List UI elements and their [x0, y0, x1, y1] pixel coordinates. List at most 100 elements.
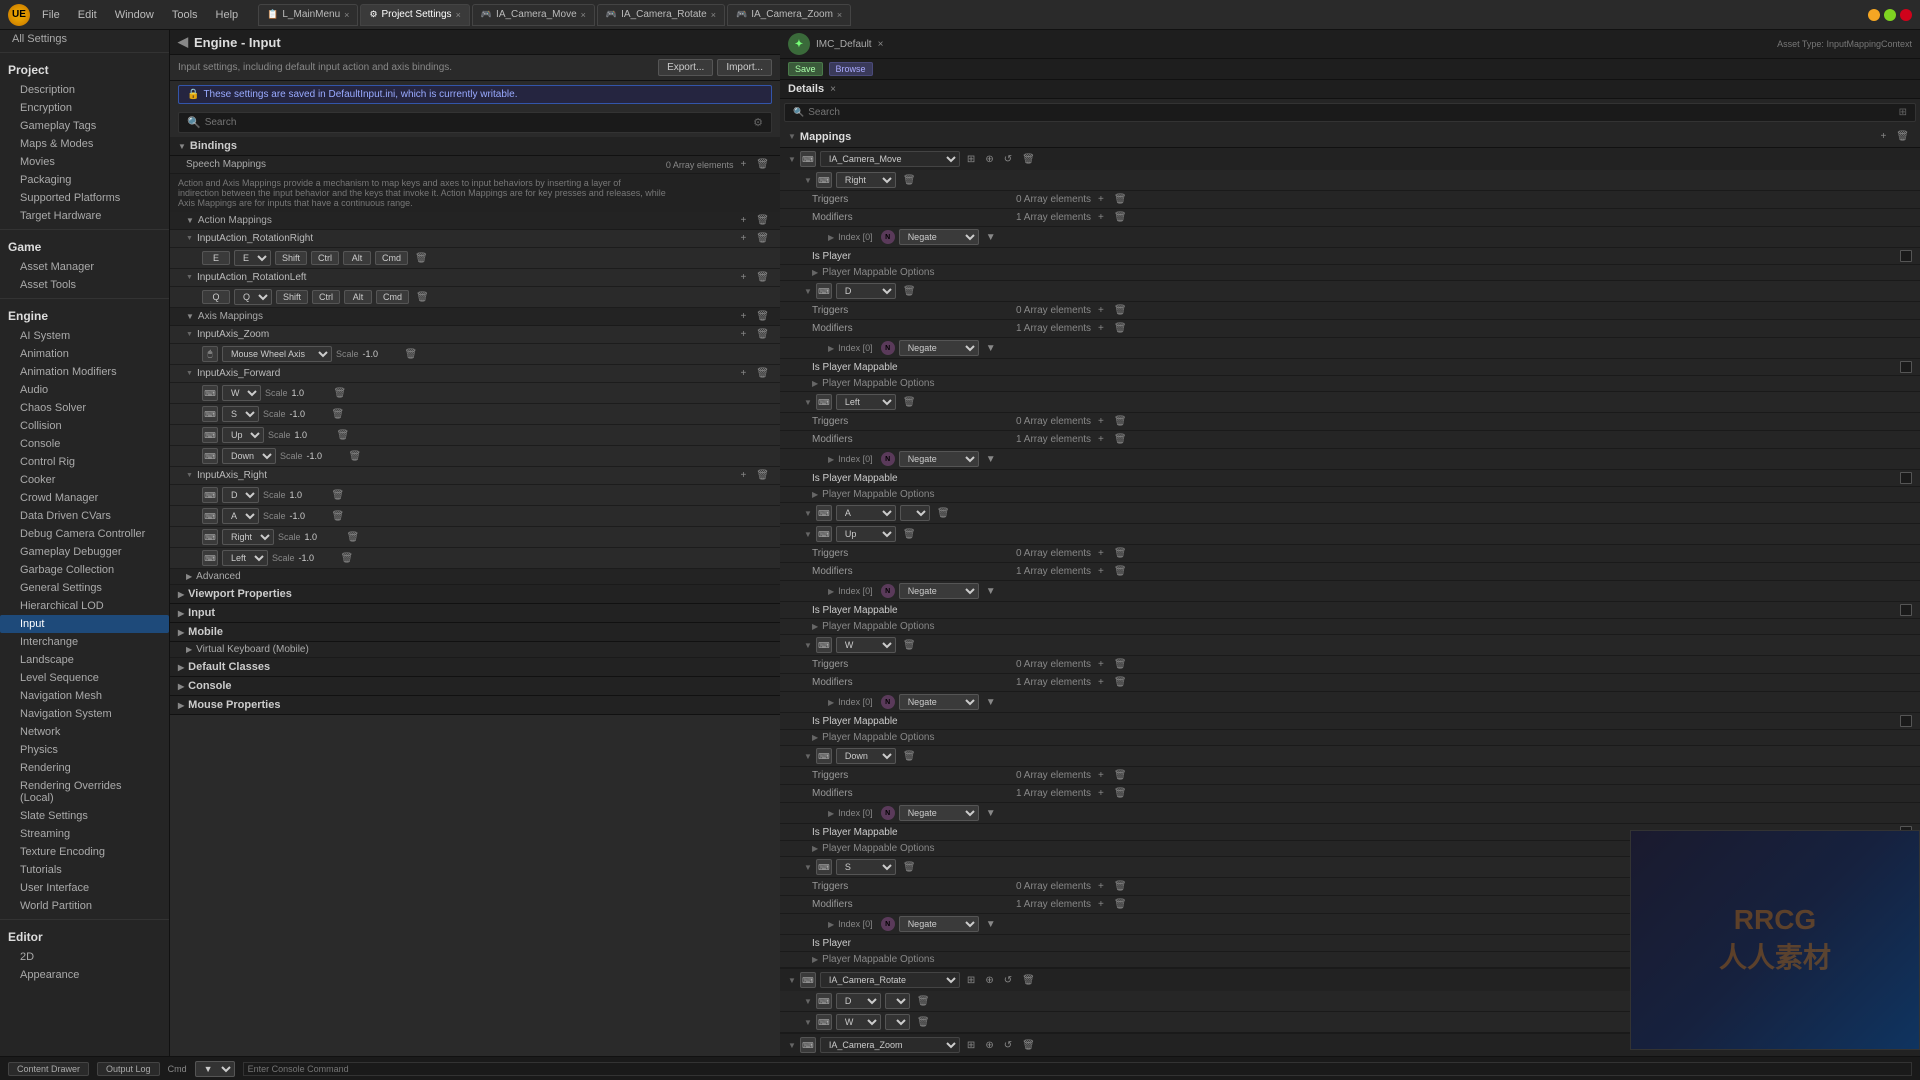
key-q-dropdown[interactable]: Q: [234, 289, 272, 305]
forward-add[interactable]: +: [737, 367, 749, 380]
cz-icon2[interactable]: ⊕: [982, 1039, 996, 1052]
a-entry-del[interactable]: 🗑: [934, 507, 953, 520]
negate-extra-3[interactable]: ▼: [983, 453, 999, 466]
triggers-del-6[interactable]: 🗑: [1111, 769, 1130, 782]
triggers-add-5[interactable]: +: [1095, 658, 1107, 671]
modifiers-add-7[interactable]: +: [1095, 898, 1107, 911]
sidebar-item-navigation-mesh[interactable]: Navigation Mesh: [0, 687, 169, 705]
rotate-w-sel[interactable]: W: [836, 1014, 881, 1030]
rotate-d-del[interactable]: 🗑: [914, 995, 933, 1008]
up-key-sel[interactable]: Up: [836, 526, 896, 542]
output-log-button[interactable]: Output Log: [97, 1062, 160, 1076]
cmd-dropdown[interactable]: ▼: [195, 1061, 235, 1077]
negate-sel-1[interactable]: Negate: [899, 229, 979, 245]
camera-zoom-expand[interactable]: ▼: [788, 1041, 796, 1050]
rotation-right-del[interactable]: 🗑: [753, 232, 772, 245]
modifiers-del-5[interactable]: 🗑: [1111, 676, 1130, 689]
player-mappable-row-2[interactable]: ▶ Player Mappable Options: [780, 376, 1920, 392]
sidebar-all-settings[interactable]: All Settings: [0, 30, 169, 48]
modifiers-del-1[interactable]: 🗑: [1111, 211, 1130, 224]
content-drawer-button[interactable]: Content Drawer: [8, 1062, 89, 1076]
a-del[interactable]: 🗑: [329, 510, 348, 523]
a-dropdown[interactable]: A: [222, 508, 259, 524]
mouse-properties-header[interactable]: ▶ Mouse Properties: [170, 696, 780, 715]
details-search-input[interactable]: [808, 107, 1894, 118]
advanced-section[interactable]: ▶ Advanced: [170, 569, 780, 585]
ctrl-btn-q[interactable]: Ctrl: [312, 290, 340, 304]
back-arrow-icon[interactable]: ◀: [178, 34, 188, 50]
imc-browse-button[interactable]: Browse: [829, 62, 873, 76]
sidebar-item-world-partition[interactable]: World Partition: [0, 897, 169, 915]
s-dropdown[interactable]: S: [222, 406, 259, 422]
sidebar-item-rendering-overrides[interactable]: Rendering Overrides (Local): [0, 777, 169, 807]
modifiers-del-3[interactable]: 🗑: [1111, 433, 1130, 446]
zoom-add[interactable]: +: [737, 328, 749, 341]
alt-btn-q[interactable]: Alt: [344, 290, 372, 304]
left-entry-arrow[interactable]: ▼: [804, 398, 812, 407]
modifiers-add-2[interactable]: +: [1095, 322, 1107, 335]
menu-edit[interactable]: Edit: [70, 7, 105, 23]
action-q-del[interactable]: 🗑: [413, 291, 432, 304]
sidebar-item-slate-settings[interactable]: Slate Settings: [0, 807, 169, 825]
right-add[interactable]: +: [737, 469, 749, 482]
negate-extra-7[interactable]: ▼: [983, 918, 999, 931]
modifiers-add-1[interactable]: +: [1095, 211, 1107, 224]
sidebar-item-animation[interactable]: Animation: [0, 345, 169, 363]
imc-close[interactable]: ×: [878, 39, 884, 50]
negate-extra-6[interactable]: ▼: [983, 807, 999, 820]
negate-sel-4[interactable]: Negate: [899, 583, 979, 599]
sidebar-item-packaging[interactable]: Packaging: [0, 171, 169, 189]
negate-sel-6[interactable]: Negate: [899, 805, 979, 821]
sidebar-item-tutorials[interactable]: Tutorials: [0, 861, 169, 879]
console-input[interactable]: [243, 1062, 1912, 1076]
negate-sel-7[interactable]: Negate: [899, 916, 979, 932]
bindings-section-header[interactable]: ▼ Bindings: [170, 137, 780, 156]
cmd-btn-q[interactable]: Cmd: [376, 290, 409, 304]
default-classes-header[interactable]: ▶ Default Classes: [170, 658, 780, 677]
down-entry-del[interactable]: 🗑: [900, 750, 919, 763]
sidebar-item-target-hardware[interactable]: Target Hardware: [0, 207, 169, 225]
sidebar-item-streaming[interactable]: Streaming: [0, 825, 169, 843]
alt-btn[interactable]: Alt: [343, 251, 371, 265]
shift-btn[interactable]: Shift: [275, 251, 307, 265]
right-del[interactable]: 🗑: [753, 469, 772, 482]
w-entry-arrow[interactable]: ▼: [804, 641, 812, 650]
axis-del-btn[interactable]: 🗑: [753, 310, 772, 323]
negate-sel-5[interactable]: Negate: [899, 694, 979, 710]
negate-sel-2[interactable]: Negate: [899, 340, 979, 356]
sidebar-item-asset-manager[interactable]: Asset Manager: [0, 258, 169, 276]
rotate-d-sel[interactable]: D: [836, 993, 881, 1009]
minimize-button[interactable]: [1868, 9, 1880, 21]
mappings-expand[interactable]: ▼: [788, 132, 796, 141]
sidebar-item-audio[interactable]: Audio: [0, 381, 169, 399]
sidebar-item-data-driven-cvars[interactable]: Data Driven CVars: [0, 507, 169, 525]
ctrl-btn[interactable]: Ctrl: [311, 251, 339, 265]
sidebar-item-supported-platforms[interactable]: Supported Platforms: [0, 189, 169, 207]
d-entry-arrow[interactable]: ▼: [804, 287, 812, 296]
triggers-del-4[interactable]: 🗑: [1111, 547, 1130, 560]
sidebar-item-hierarchical-lod[interactable]: Hierarchical LOD: [0, 597, 169, 615]
player-mappable-row-3[interactable]: ▶ Player Mappable Options: [780, 487, 1920, 503]
negate-extra-2[interactable]: ▼: [983, 342, 999, 355]
close-button[interactable]: [1900, 9, 1912, 21]
sidebar-item-level-sequence[interactable]: Level Sequence: [0, 669, 169, 687]
down-key-sel[interactable]: Down: [836, 748, 896, 764]
s-del[interactable]: 🗑: [329, 408, 348, 421]
negate-expand-6[interactable]: ▶: [828, 809, 834, 818]
triggers-del-1[interactable]: 🗑: [1111, 193, 1130, 206]
sidebar-item-interchange[interactable]: Interchange: [0, 633, 169, 651]
a-entry-arrow[interactable]: ▼: [804, 509, 812, 518]
import-button[interactable]: Import...: [717, 59, 772, 76]
sidebar-item-chaos-solver[interactable]: Chaos Solver: [0, 399, 169, 417]
sidebar-item-collision[interactable]: Collision: [0, 417, 169, 435]
tab-close-mainmenu[interactable]: ×: [344, 10, 349, 20]
key-e-indicator[interactable]: E: [202, 251, 230, 265]
sidebar-item-crowd-manager[interactable]: Crowd Manager: [0, 489, 169, 507]
sidebar-item-ai-system[interactable]: AI System: [0, 327, 169, 345]
left-dropdown[interactable]: Left: [222, 550, 268, 566]
sidebar-item-encryption[interactable]: Encryption: [0, 99, 169, 117]
negate-sel-3[interactable]: Negate: [899, 451, 979, 467]
cz-del-btn[interactable]: 🗑: [1019, 1039, 1038, 1052]
cr-icon3[interactable]: ↺: [1001, 974, 1015, 987]
triggers-add-4[interactable]: +: [1095, 547, 1107, 560]
